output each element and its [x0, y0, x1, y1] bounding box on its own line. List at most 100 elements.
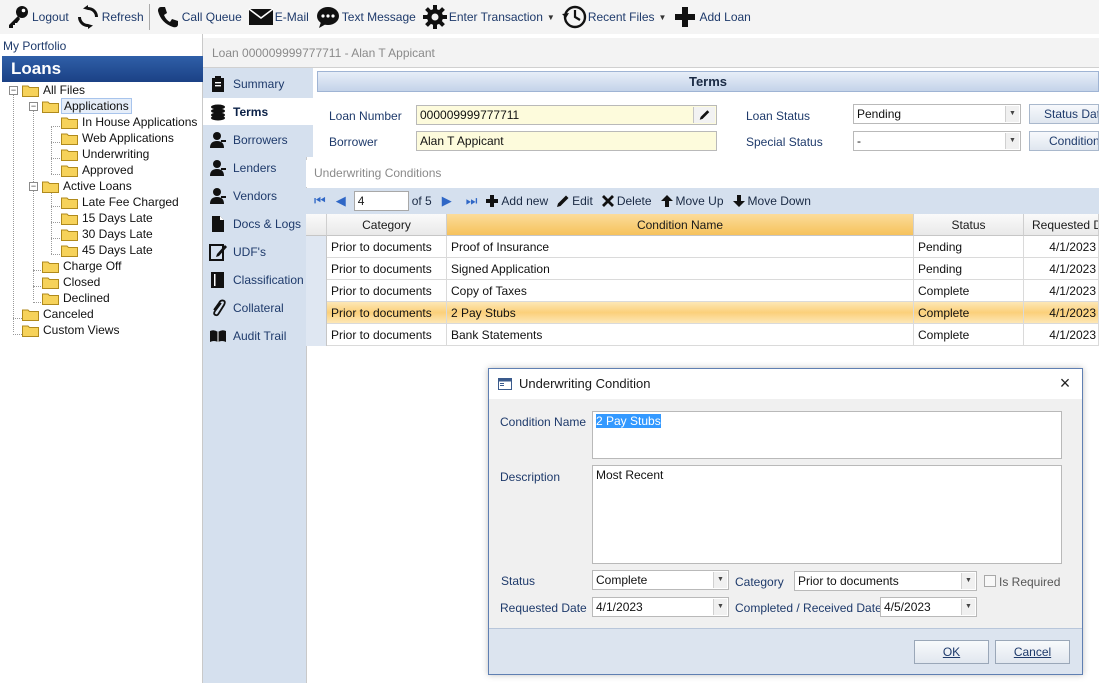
row-selector[interactable] — [306, 324, 327, 346]
tree-item-custom-views[interactable]: Custom Views — [22, 322, 121, 338]
is-required-checkbox[interactable] — [984, 575, 996, 587]
chevron-down-icon[interactable]: ▼ — [961, 573, 975, 589]
previous-record-icon[interactable]: ◀ — [336, 193, 346, 209]
chevron-down-icon[interactable]: ▼ — [713, 599, 727, 615]
move-up-button[interactable]: Move Up — [660, 194, 724, 208]
recent-files-button[interactable]: Recent Files ▼ — [558, 1, 670, 33]
record-number-input[interactable]: 4 — [353, 191, 409, 211]
description-field[interactable]: Most Recent — [592, 465, 1062, 564]
tree-item-15-days-late[interactable]: 15 Days Late — [61, 210, 155, 226]
row-selector[interactable] — [306, 236, 327, 258]
nav-udfs[interactable]: UDF's — [203, 238, 313, 265]
select-all-corner[interactable] — [306, 214, 327, 236]
edit-button[interactable]: Edit — [556, 194, 593, 208]
loan-status-select[interactable]: Pending ▼ — [853, 104, 1021, 124]
pencil-icon — [557, 195, 569, 207]
add-new-button[interactable]: Add new — [485, 194, 548, 208]
tree-item-all-files[interactable]: All Files — [22, 82, 87, 98]
table-row[interactable]: Prior to documents Bank Statements Compl… — [306, 324, 1099, 346]
nav-borrowers[interactable]: Borrowers — [203, 126, 313, 153]
tree-item-web-applications[interactable]: Web Applications — [61, 130, 176, 146]
completed-date-picker[interactable]: 4/5/2023 ▼ — [880, 597, 977, 617]
table-row-selected[interactable]: Prior to documents 2 Pay Stubs Complete … — [306, 302, 1099, 324]
first-record-icon[interactable]: ⏮ — [314, 193, 326, 209]
tree-label: Canceled — [43, 307, 94, 321]
ok-button[interactable]: OK — [914, 640, 989, 664]
loan-number-field[interactable]: 000009999777711 — [416, 105, 717, 125]
call-queue-button[interactable]: Call Queue — [152, 1, 245, 33]
tree-item-declined[interactable]: Declined — [42, 290, 112, 306]
cancel-button[interactable]: Cancel — [995, 640, 1070, 664]
tree-item-approved[interactable]: Approved — [61, 162, 135, 178]
enter-transaction-label: Enter Transaction — [448, 10, 543, 24]
nav-classification[interactable]: Classification — [203, 266, 313, 293]
collapse-toggle[interactable]: − — [29, 182, 38, 191]
cell-requested-date: 4/1/2023 — [1024, 236, 1099, 258]
last-record-icon[interactable]: ⏭ — [466, 193, 478, 209]
chevron-down-icon[interactable]: ▼ — [961, 599, 975, 615]
tree-item-closed[interactable]: Closed — [42, 274, 102, 290]
nav-summary[interactable]: Summary — [203, 70, 313, 97]
column-header-category[interactable]: Category — [327, 214, 447, 236]
table-row[interactable]: Prior to documents Proof of Insurance Pe… — [306, 236, 1099, 258]
chevron-down-icon[interactable]: ▼ — [1005, 133, 1019, 149]
nav-label: Collateral — [233, 300, 284, 315]
email-button[interactable]: E-Mail — [245, 1, 312, 33]
description-label: Description — [500, 470, 561, 484]
tree-item-45-days-late[interactable]: 45 Days Late — [61, 242, 155, 258]
category-select[interactable]: Prior to documents ▼ — [794, 571, 977, 591]
column-header-status[interactable]: Status — [914, 214, 1024, 236]
special-status-select[interactable]: - ▼ — [853, 131, 1021, 151]
coins-icon — [211, 104, 225, 120]
conditions-button[interactable]: Conditions — [1029, 131, 1099, 151]
move-down-button[interactable]: Move Down — [732, 194, 811, 208]
chevron-down-icon[interactable]: ▼ — [1005, 106, 1019, 122]
status-select[interactable]: Complete ▼ — [592, 570, 729, 590]
folder-icon — [61, 197, 78, 209]
tree-item-applications[interactable]: Applications — [42, 98, 132, 114]
collapse-toggle[interactable]: − — [29, 102, 38, 111]
collapse-toggle[interactable]: − — [9, 86, 18, 95]
row-selector[interactable] — [306, 280, 327, 302]
add-loan-button[interactable]: Add Loan — [669, 1, 753, 33]
tree-item-active-loans[interactable]: Active Loans — [42, 178, 134, 194]
tree-item-late-fee-charged[interactable]: Late Fee Charged — [61, 194, 181, 210]
chevron-down-icon[interactable]: ▼ — [713, 572, 727, 588]
borrower-field[interactable]: Alan T Appicant — [416, 131, 717, 151]
book-icon — [211, 271, 224, 288]
email-label: E-Mail — [274, 10, 309, 24]
tree-line — [51, 222, 60, 223]
requested-date-picker[interactable]: 4/1/2023 ▼ — [592, 597, 729, 617]
table-row[interactable]: Prior to documents Signed Application Pe… — [306, 258, 1099, 280]
nav-terms[interactable]: Terms — [203, 98, 314, 125]
tree-item-in-house-applications[interactable]: In House Applications — [61, 114, 199, 130]
table-row[interactable]: Prior to documents Copy of Taxes Complet… — [306, 280, 1099, 302]
close-icon[interactable]: × — [1056, 374, 1074, 392]
tree-item-underwriting[interactable]: Underwriting — [61, 146, 151, 162]
enter-transaction-button[interactable]: Enter Transaction ▼ — [419, 1, 558, 33]
condition-name-field[interactable]: 2 Pay Stubs — [592, 411, 1062, 459]
column-header-condition-name[interactable]: Condition Name — [447, 214, 914, 236]
text-message-button[interactable]: Text Message — [312, 1, 419, 33]
tree-line — [51, 126, 60, 127]
nav-vendors[interactable]: Vendors — [203, 182, 313, 209]
pencil-icon[interactable] — [693, 107, 715, 123]
portfolio-title[interactable]: My Portfolio — [3, 39, 66, 53]
status-date-button[interactable]: Status Date — [1029, 104, 1099, 124]
next-record-icon[interactable]: ▶ — [442, 193, 452, 209]
tree-item-30-days-late[interactable]: 30 Days Late — [61, 226, 155, 242]
tree-item-canceled[interactable]: Canceled — [22, 306, 96, 322]
nav-collateral[interactable]: Collateral — [203, 294, 313, 321]
delete-button[interactable]: Delete — [601, 194, 652, 208]
refresh-button[interactable]: Refresh — [72, 1, 147, 33]
nav-audit-trail[interactable]: Audit Trail — [203, 322, 313, 349]
logout-button[interactable]: Logout — [2, 1, 72, 33]
tree-item-charge-off[interactable]: Charge Off — [42, 258, 123, 274]
nav-label: Audit Trail — [233, 328, 287, 343]
nav-lenders[interactable]: Lenders — [203, 154, 313, 181]
row-selector[interactable] — [306, 258, 327, 280]
nav-docs-logs[interactable]: Docs & Logs — [203, 210, 313, 237]
row-selector[interactable] — [306, 302, 327, 324]
folder-icon — [42, 181, 59, 193]
column-header-requested-date[interactable]: Requested Da — [1024, 214, 1099, 236]
